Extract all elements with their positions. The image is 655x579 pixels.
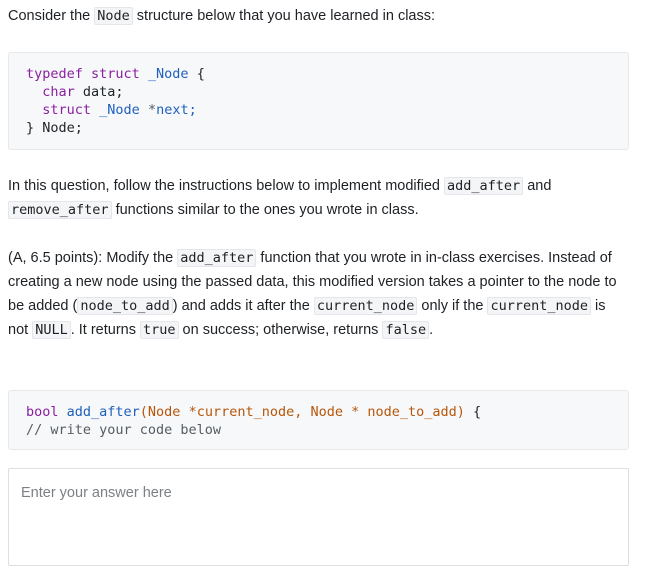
code-function-name: add_after (58, 404, 140, 420)
code-line: // write your code below (26, 421, 628, 439)
code-text: { (188, 66, 205, 82)
code-keyword: typedef struct (26, 66, 148, 82)
inline-code-add-after: add_after (444, 177, 524, 195)
part-a-text-part: . (429, 322, 434, 338)
part-a-text-part: (A, 6.5 points): Modify the (8, 250, 178, 266)
intro-text: Consider the Node structure below that y… (8, 4, 638, 28)
part-a-text-part: only if the (417, 298, 488, 314)
intro-text-part: structure below that you have learned in… (132, 8, 436, 24)
struct-code-block: typedef struct _Node { char data; struct… (8, 52, 629, 150)
question-page: Consider the Node structure below that y… (0, 0, 655, 579)
code-line: } Node; (26, 119, 628, 137)
inline-code-false: false (382, 321, 430, 339)
code-params: (Node *current_node, Node * node_to_add) (139, 404, 465, 420)
code-text: { (464, 404, 482, 420)
intro-text-part: Consider the (8, 8, 95, 24)
question-text-part: functions similar to the ones you wrote … (111, 202, 419, 218)
code-text: data; (74, 84, 124, 100)
code-keyword: bool (26, 404, 59, 420)
code-line: struct _Node *next; (26, 101, 628, 119)
inline-code-current-node: current_node (487, 297, 592, 315)
function-code-block: bool add_after(Node *current_node, Node … (8, 390, 629, 450)
code-line: bool add_after(Node *current_node, Node … (26, 403, 628, 421)
code-type: char (42, 84, 75, 100)
part-a-text-part: ) and adds it after the (172, 298, 314, 314)
question-text-part: In this question, follow the instruction… (8, 178, 445, 194)
code-text: } Node; (26, 120, 83, 136)
part-a-text-part: on success; otherwise, returns (178, 322, 383, 338)
inline-code-current-node: current_node (313, 297, 418, 315)
inline-code-add-after: add_after (177, 249, 257, 267)
inline-code-null: NULL (32, 321, 71, 339)
code-comment: // write your code below (26, 422, 222, 438)
code-line: char data; (26, 83, 628, 101)
question-text: In this question, follow the instruction… (8, 174, 638, 222)
answer-input[interactable] (8, 468, 629, 566)
question-text-part: and (523, 178, 552, 194)
code-keyword: struct (42, 102, 100, 118)
code-type: _Node (99, 102, 140, 118)
code-type: _Node (147, 66, 189, 82)
code-operator: * (139, 102, 157, 118)
part-a-text-part: . It returns (70, 322, 141, 338)
inline-code-true: true (140, 321, 179, 339)
code-text: next; (156, 102, 197, 118)
inline-code-node-to-add: node_to_add (77, 297, 173, 315)
code-line: typedef struct _Node { (26, 65, 628, 83)
inline-code-node: Node (94, 7, 133, 25)
inline-code-remove-after: remove_after (8, 201, 112, 219)
part-a-text: (A, 6.5 points): Modify the add_after fu… (8, 246, 628, 342)
